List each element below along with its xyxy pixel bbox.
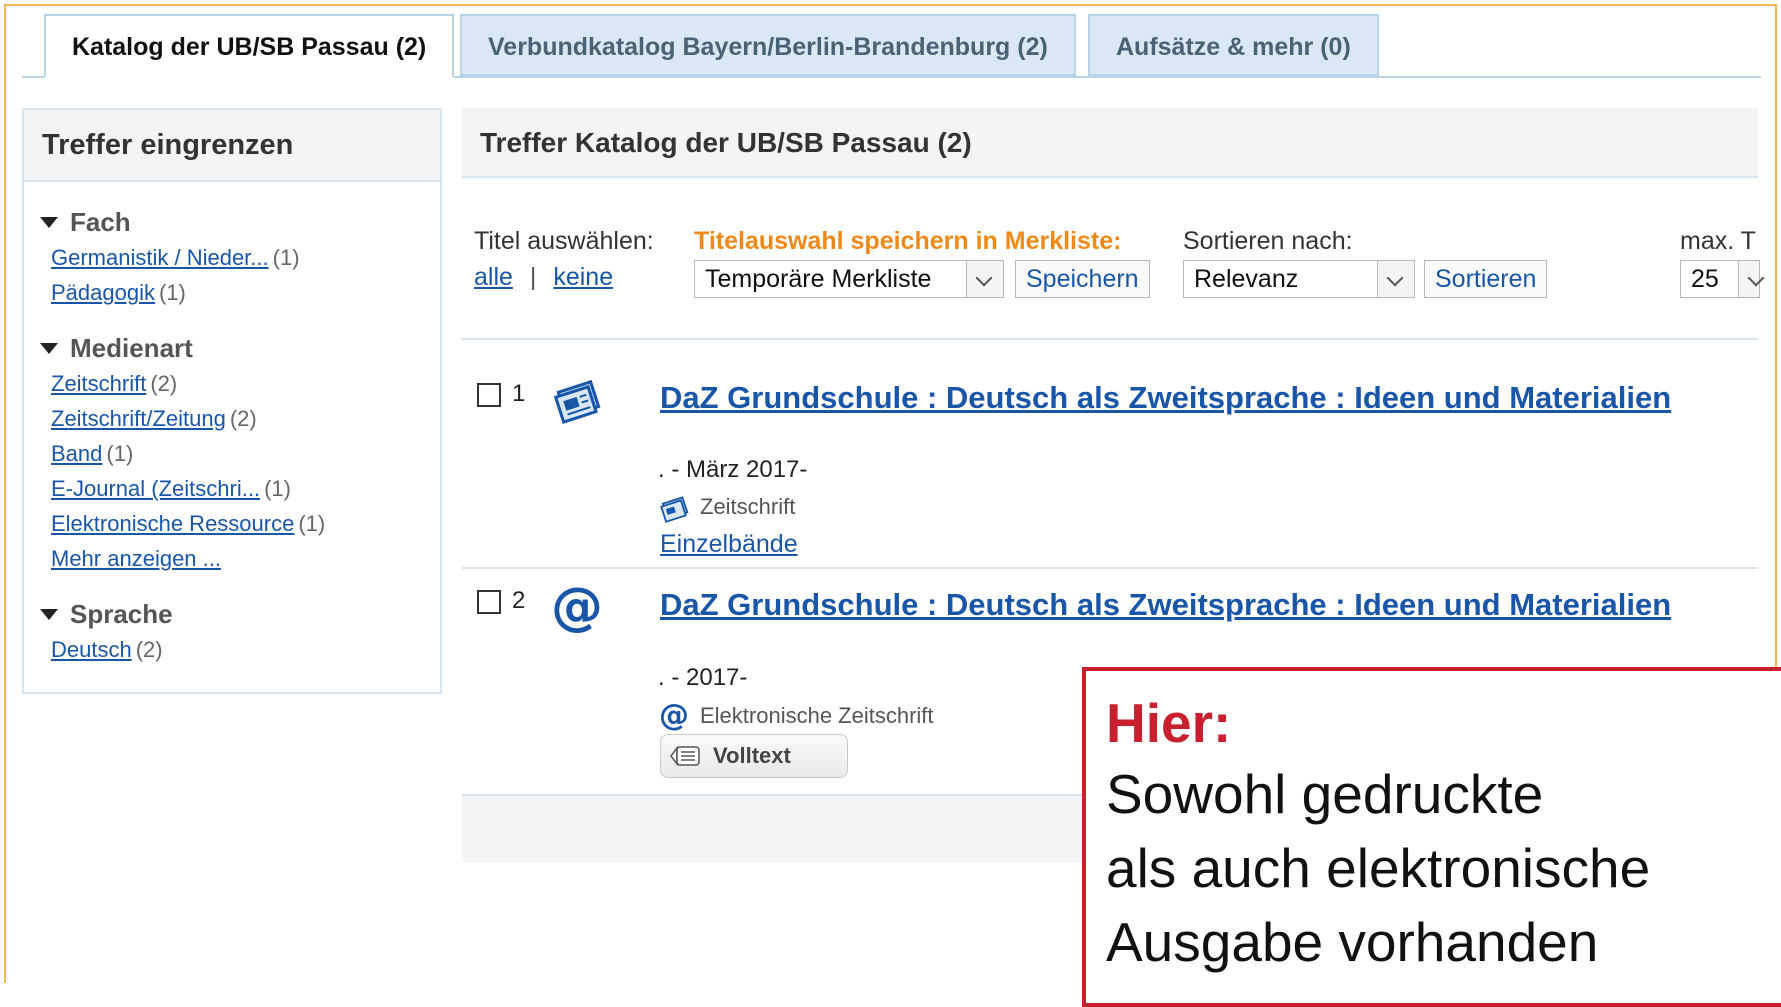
facet-link-zeitschrift[interactable]: Zeitschrift xyxy=(51,371,146,396)
save-button[interactable]: Speichern xyxy=(1015,260,1150,298)
result-title-link-1[interactable]: DaZ Grundschule : Deutsch als Zweitsprac… xyxy=(660,380,1671,416)
at-icon-small: @ xyxy=(659,698,689,733)
facet-link-zeitschrift-zeitung[interactable]: Zeitschrift/Zeitung xyxy=(51,406,226,431)
facet-title: Medienart xyxy=(70,333,193,363)
separator: | xyxy=(529,263,537,291)
result-number: 1 xyxy=(512,380,526,407)
fulltext-icon xyxy=(670,745,700,767)
select-all-link[interactable]: alle xyxy=(474,263,513,291)
chevron-down-icon xyxy=(1738,261,1759,297)
volltext-label: Volltext xyxy=(713,743,791,768)
max-value: 25 xyxy=(1691,265,1719,293)
facet-item: Zeitschrift (2) xyxy=(24,366,440,401)
einzelbaende-link[interactable]: Einzelbände xyxy=(660,530,798,559)
result-checkbox-1[interactable] xyxy=(477,383,501,407)
result-number: 2 xyxy=(512,587,526,614)
facet-title: Sprache xyxy=(70,599,173,629)
journal-icon xyxy=(553,379,601,424)
sort-button[interactable]: Sortieren xyxy=(1424,260,1548,298)
facet-count: (1) xyxy=(106,441,134,466)
divider xyxy=(462,338,1758,340)
facet-link-band[interactable]: Band xyxy=(51,441,102,466)
facet-item: Pädagogik (1) xyxy=(24,275,440,310)
result-checkbox-2[interactable] xyxy=(477,590,501,614)
callout-line: Sowohl gedruckte xyxy=(1106,763,1544,825)
facet-sprache-toggle[interactable]: Sprache xyxy=(24,596,440,632)
chevron-down-icon xyxy=(966,261,1003,297)
facet-title: Fach xyxy=(70,207,131,237)
facet-count: (1) xyxy=(264,476,291,501)
result-title-link-2[interactable]: DaZ Grundschule : Deutsch als Zweitsprac… xyxy=(660,587,1671,623)
facet-item: Germanistik / Nieder... (1) xyxy=(24,240,440,275)
at-icon: @ xyxy=(551,577,603,637)
triangle-down-icon xyxy=(40,216,58,228)
select-links: alle | keine xyxy=(474,263,613,292)
facet-link-elektronische-ressource[interactable]: Elektronische Ressource xyxy=(51,511,294,536)
sort-label: Sortieren nach: xyxy=(1183,227,1353,255)
facet-count: (2) xyxy=(229,406,257,431)
triangle-down-icon xyxy=(40,342,58,354)
tab-verbundkatalog[interactable]: Verbundkatalog Bayern/Berlin-Brandenburg… xyxy=(460,14,1076,76)
annotation-callout: Hier: Sowohl gedruckte als auch elektron… xyxy=(1082,667,1781,1007)
facet-item: Zeitschrift/Zeitung (2) xyxy=(24,401,440,436)
select-none-link[interactable]: keine xyxy=(553,263,613,291)
facet-item: Deutsch (2) xyxy=(24,632,440,667)
divider xyxy=(462,567,1758,569)
result-type: Zeitschrift xyxy=(700,494,796,519)
chevron-down-icon xyxy=(1377,261,1414,297)
more-link[interactable]: Mehr anzeigen ... xyxy=(51,546,221,571)
facet-item: Elektronische Ressource (1) xyxy=(24,506,440,541)
tab-katalog-passau[interactable]: Katalog der UB/SB Passau (2) xyxy=(44,14,455,78)
journal-icon-small xyxy=(660,496,689,523)
select-title-label: Titel auswählen: xyxy=(474,227,654,255)
save-to-list-label: Titelauswahl speichern in Merkliste: xyxy=(694,227,1122,255)
result-date: . - März 2017- xyxy=(658,456,808,483)
facet-link-germanistik[interactable]: Germanistik / Nieder... xyxy=(51,245,269,270)
sort-value: Relevanz xyxy=(1194,265,1299,293)
facet-count: (1) xyxy=(272,245,300,270)
sort-select[interactable]: Relevanz xyxy=(1183,260,1415,298)
facet-item: Band (1) xyxy=(24,436,440,471)
facet-fach-toggle[interactable]: Fach xyxy=(24,204,440,240)
sidebar-title: Treffer eingrenzen xyxy=(24,110,440,182)
facet-link-paedagogik[interactable]: Pädagogik xyxy=(51,280,155,305)
merkliste-value: Temporäre Merkliste xyxy=(705,265,932,293)
callout-heading: Hier: xyxy=(1106,692,1232,754)
volltext-button[interactable]: Volltext xyxy=(660,734,848,778)
facet-count: (2) xyxy=(135,637,163,662)
tab-aufsaetze[interactable]: Aufsätze & mehr (0) xyxy=(1088,14,1379,76)
facet-sidebar: Treffer eingrenzen Fach Germanistik / Ni… xyxy=(22,108,442,694)
facet-link-ejournal[interactable]: E-Journal (Zeitschri... xyxy=(51,476,260,501)
merkliste-select[interactable]: Temporäre Merkliste xyxy=(694,260,1004,298)
result-date: . - 2017- xyxy=(658,664,748,691)
facet-count: (1) xyxy=(158,280,186,305)
facet-count: (2) xyxy=(150,371,178,396)
facet-item: E-Journal (Zeitschri... (1) xyxy=(24,471,440,506)
callout-line: als auch elektronische xyxy=(1106,837,1651,899)
facet-count: (1) xyxy=(298,511,326,536)
facet-item: Mehr anzeigen ... xyxy=(24,541,440,576)
results-title: Treffer Katalog der UB/SB Passau (2) xyxy=(462,108,1758,178)
max-label: max. T xyxy=(1680,227,1756,255)
facet-link-deutsch[interactable]: Deutsch xyxy=(51,637,132,662)
tab-bar: Katalog der UB/SB Passau (2) Verbundkata… xyxy=(22,14,1761,78)
max-results-select[interactable]: 25 xyxy=(1680,260,1760,298)
callout-line: Ausgabe vorhanden xyxy=(1106,911,1599,973)
facet-medienart-toggle[interactable]: Medienart xyxy=(24,330,440,366)
result-type: Elektronische Zeitschrift xyxy=(700,703,934,728)
triangle-down-icon xyxy=(40,608,58,620)
